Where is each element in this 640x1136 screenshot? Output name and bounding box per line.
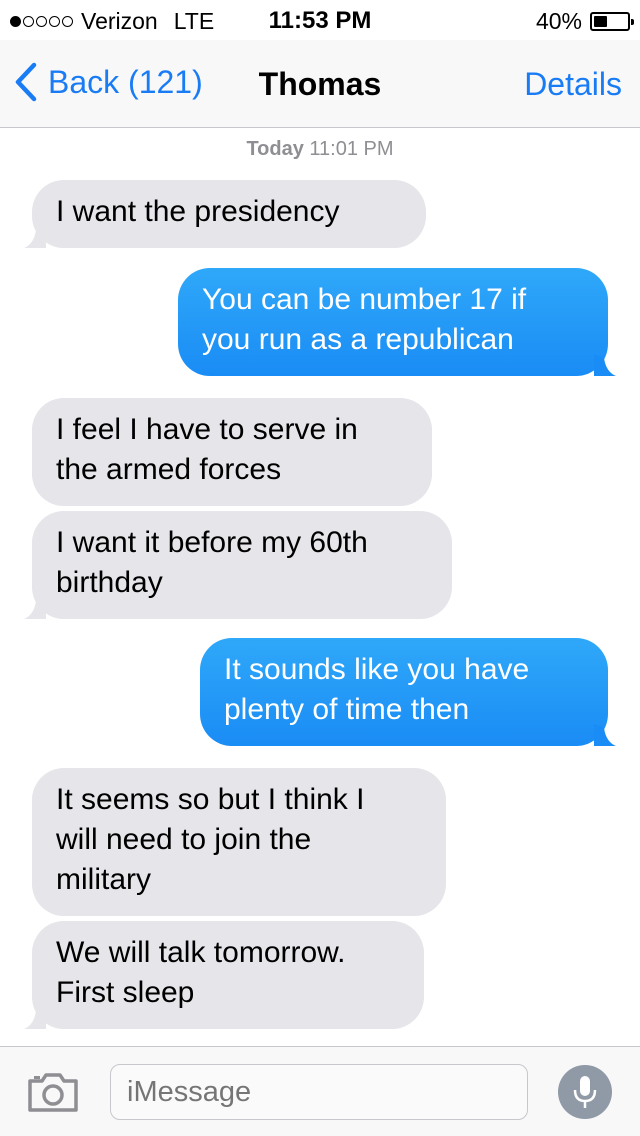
timestamp-day: Today xyxy=(246,138,304,160)
chevron-left-icon xyxy=(15,62,37,102)
message-thread[interactable]: Today 11:01 PM I want the presidency You … xyxy=(0,128,640,1046)
microphone-button[interactable] xyxy=(558,1065,612,1119)
message-text-line: you run as a republican xyxy=(202,323,514,356)
message-text-line: birthday xyxy=(56,566,163,599)
thread-timestamp: Today 11:01 PM xyxy=(0,138,640,161)
message-text-line: I want it before my 60th xyxy=(56,526,368,559)
microphone-icon xyxy=(573,1076,597,1108)
timestamp-time: 11:01 PM xyxy=(309,138,394,160)
compose-bar xyxy=(0,1046,640,1136)
back-button-label: Back (121) xyxy=(48,63,203,100)
message-text-line: I want the presidency xyxy=(56,195,340,228)
message-input[interactable] xyxy=(110,1064,528,1120)
incoming-message[interactable]: We will talk tomorrow. First sleep xyxy=(24,921,424,1029)
status-right: 40% xyxy=(535,8,634,35)
battery-icon xyxy=(590,12,634,31)
message-text-line: will need to join the xyxy=(56,823,312,856)
message-text-line: It sounds like you have xyxy=(224,653,530,686)
bubble-tail xyxy=(594,354,616,376)
camera-icon xyxy=(28,1073,78,1112)
battery-percent: 40% xyxy=(535,8,582,34)
message-text-line: plenty of time then xyxy=(224,693,470,726)
incoming-message[interactable]: I want it before my 60th birthday xyxy=(24,511,452,619)
message-text-line: First sleep xyxy=(56,976,195,1009)
back-button[interactable]: Back (121) xyxy=(14,62,203,102)
bubble-tail xyxy=(24,226,46,248)
incoming-message[interactable]: It seems so but I think I will need to jo… xyxy=(32,768,446,916)
camera-button[interactable] xyxy=(26,1071,80,1113)
bubble-tail xyxy=(24,597,46,619)
outgoing-message[interactable]: It sounds like you have plenty of time th… xyxy=(200,638,616,746)
message-text-line: the armed forces xyxy=(56,453,282,486)
details-button[interactable]: Details xyxy=(524,66,622,103)
outgoing-message[interactable]: You can be number 17 if you run as a repu… xyxy=(178,268,616,376)
status-bar: Verizon LTE 11:53 PM 40% xyxy=(0,0,640,40)
bubble-tail xyxy=(24,1007,46,1029)
incoming-message[interactable]: I feel I have to serve in the armed force… xyxy=(32,398,432,506)
message-text-line: I feel I have to serve in xyxy=(56,413,358,446)
nav-bar: Back (121) Thomas Details xyxy=(0,40,640,128)
message-text-line: We will talk tomorrow. xyxy=(56,936,346,969)
message-text-line: military xyxy=(56,863,151,896)
message-text-line: You can be number 17 if xyxy=(202,283,527,316)
bubble-tail xyxy=(594,724,616,746)
message-text-line: It seems so but I think I xyxy=(56,783,365,816)
incoming-message[interactable]: I want the presidency xyxy=(24,180,426,248)
